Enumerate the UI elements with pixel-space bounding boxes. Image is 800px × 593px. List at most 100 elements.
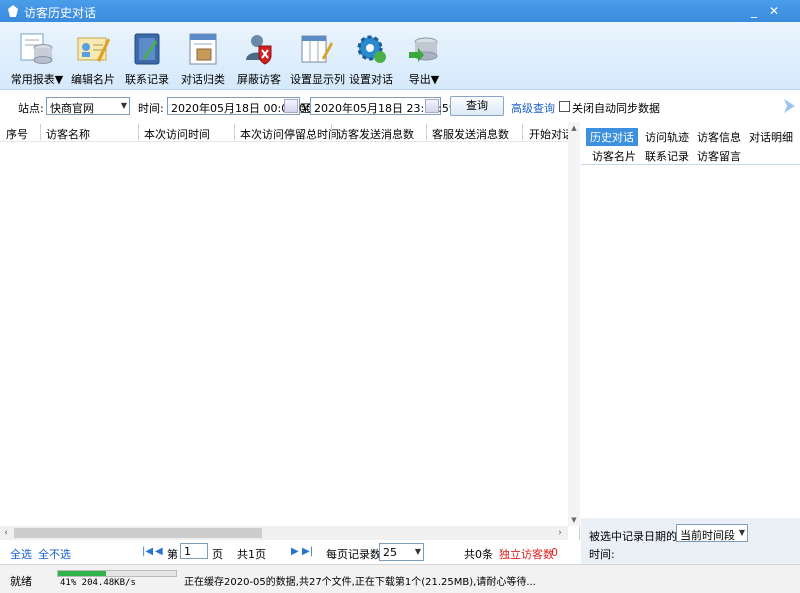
horizontal-scrollbar[interactable]: ‹ › [0,526,568,540]
start-datetime-input[interactable]: 2020年05月18日 00:00:00 [167,97,313,115]
tab-divider [581,164,800,165]
per-page-label: 每页记录数 [326,548,381,561]
tab-history-conversation[interactable]: 历史对话 [586,128,638,146]
select-none-link[interactable]: 全不选 [38,546,71,562]
tab-visitor-card[interactable]: 访客名片 [588,147,640,165]
tab-visitor-info[interactable]: 访客信息 [693,128,745,146]
detail-date-panel: 被选中记录日期的: 当前时间段 ▼ 时间: [581,518,800,564]
edit-card-icon [77,37,110,62]
scroll-thumb[interactable] [14,528,262,538]
arrow-right-icon[interactable] [782,98,796,114]
toolbar-label: 设置对话 [349,73,393,86]
block-visitor-button[interactable]: 屏蔽访客 [236,32,282,88]
scroll-down-icon[interactable]: ▼ [568,514,580,526]
advanced-query-link[interactable]: 高级查询 [511,100,555,116]
detail-panel: 历史对话 访问轨迹 访客信息 对话明细 访客名片 联系记录 访客留言 [581,122,800,518]
common-reports-button[interactable]: 常用报表▼ [10,32,64,88]
progress-text: 41% 204.48KB/s [60,578,136,588]
column-header[interactable]: 本次访问时间 [144,126,210,141]
prev-page-icon[interactable]: ◀ [155,546,163,557]
status-bar: 就绪 41% 204.48KB/s 正在缓存2020-05的数据,共27个文件,… [0,564,800,593]
close-button[interactable]: ✕ [766,3,782,19]
per-page-value: 25 [383,546,397,559]
contact-records-button[interactable]: 联系记录 [124,32,170,88]
status-message: 正在缓存2020-05的数据,共27个文件,正在下载第1个(21.25MB),请… [184,577,536,588]
last-page-icon[interactable]: ▶| [302,546,313,557]
first-page-icon[interactable]: |◀ [142,546,153,557]
conversation-settings-button[interactable]: 设置对话 [348,32,394,88]
chevron-down-icon: ▼ [120,101,127,110]
tab-visit-track[interactable]: 访问轨迹 [641,128,693,146]
query-button[interactable]: 查询 [450,96,504,116]
edit-card-button[interactable]: 编辑名片 [70,32,116,88]
app-logo-icon [8,5,18,17]
download-progress-bar [57,570,177,577]
window-title: 访客历史对话 [24,6,97,20]
select-all-link[interactable]: 全选 [10,546,32,562]
visitor-table: 序号 访客名称 本次访问时间 本次访问停留总时间 访客发送消息数 客服发送消息数… [0,122,580,540]
minimize-button[interactable]: _ [746,3,762,19]
page-number-input[interactable]: 1 [180,543,208,559]
report-database-icon [20,33,53,64]
progress-fill [58,571,107,576]
page-suffix: 页 [212,548,223,561]
time-label: 时间: [138,102,164,115]
total-records: 共0条 [464,548,493,561]
toolbar-label: 编辑名片 [71,73,115,86]
columns-settings-icon [301,35,333,63]
site-select-value: 快商官网 [50,102,94,115]
column-header[interactable]: 开始对话 [529,126,568,141]
date-range-value: 当前时间段 [680,529,735,542]
tab-contact-records[interactable]: 联系记录 [641,147,693,165]
column-divider[interactable] [426,124,427,140]
calendar-icon[interactable] [284,99,298,113]
site-label: 站点: [18,102,44,115]
table-header: 序号 访客名称 本次访问时间 本次访问停留总时间 访客发送消息数 客服发送消息数… [0,122,568,142]
column-divider[interactable] [522,124,523,140]
column-header[interactable]: 本次访问停留总时间 [240,126,339,141]
scroll-right-icon[interactable]: › [554,526,566,540]
next-page-icon[interactable]: ▶ [291,546,299,557]
column-header[interactable]: 访客发送消息数 [337,126,414,141]
filter-bar: 站点: 快商官网 ▼ 时间: 2020年05月18日 00:00:00 至 20… [0,90,800,122]
toolbar-label: 联系记录 [125,73,169,86]
site-select[interactable]: 快商官网 ▼ [46,97,130,115]
vertical-scrollbar[interactable]: ▲ ▼ [568,122,580,526]
column-divider[interactable] [331,124,332,140]
total-pages: 共1页 [237,548,266,561]
column-header[interactable]: 客服发送消息数 [432,126,509,141]
auto-sync-checkbox[interactable] [559,101,570,112]
column-header[interactable]: 访客名称 [46,126,90,141]
toolbar: 常用报表▼ 编辑名片 联系记录 对话归类 屏蔽访客 设置显示列 设置对话 导出▼ [0,22,800,90]
export-button[interactable]: 导出▼ [404,32,444,88]
export-icon [409,37,438,62]
conversation-archive-button[interactable]: 对话归类 [180,32,226,88]
tab-visitor-messages[interactable]: 访客留言 [693,147,745,165]
column-divider[interactable] [138,124,139,140]
date-label: 被选中记录日期的: [589,530,681,543]
toolbar-label: 对话归类 [181,73,225,86]
column-header[interactable]: 序号 [6,126,28,141]
block-visitor-icon [246,35,272,65]
calendar-icon[interactable] [425,99,439,113]
status-ready: 就绪 [10,575,32,588]
scroll-left-icon[interactable]: ‹ [0,526,12,540]
toolbar-label: 屏蔽访客 [237,73,281,86]
gear-settings-icon [357,35,386,63]
unique-visitors-label: 独立访客数 [499,548,554,561]
scroll-up-icon[interactable]: ▲ [568,122,580,134]
time-label: 时间: [589,548,615,561]
archive-icon [189,33,217,65]
auto-sync-label: 关闭自动同步数据 [572,102,660,115]
column-divider[interactable] [234,124,235,140]
tab-conversation-detail[interactable]: 对话明细 [745,128,797,146]
chevron-down-icon: ▼ [414,547,421,556]
end-datetime-input[interactable]: 2020年05月18日 23:59:59 [310,97,456,115]
unique-visitors-count: 0 [551,546,558,559]
toolbar-label: 导出▼ [408,73,440,86]
page-prefix: 第 [167,548,178,561]
date-range-select[interactable]: 当前时间段 ▼ [676,524,748,542]
column-divider[interactable] [40,124,41,140]
per-page-select[interactable]: 25 ▼ [379,543,424,561]
display-columns-button[interactable]: 设置显示列 [290,32,345,88]
